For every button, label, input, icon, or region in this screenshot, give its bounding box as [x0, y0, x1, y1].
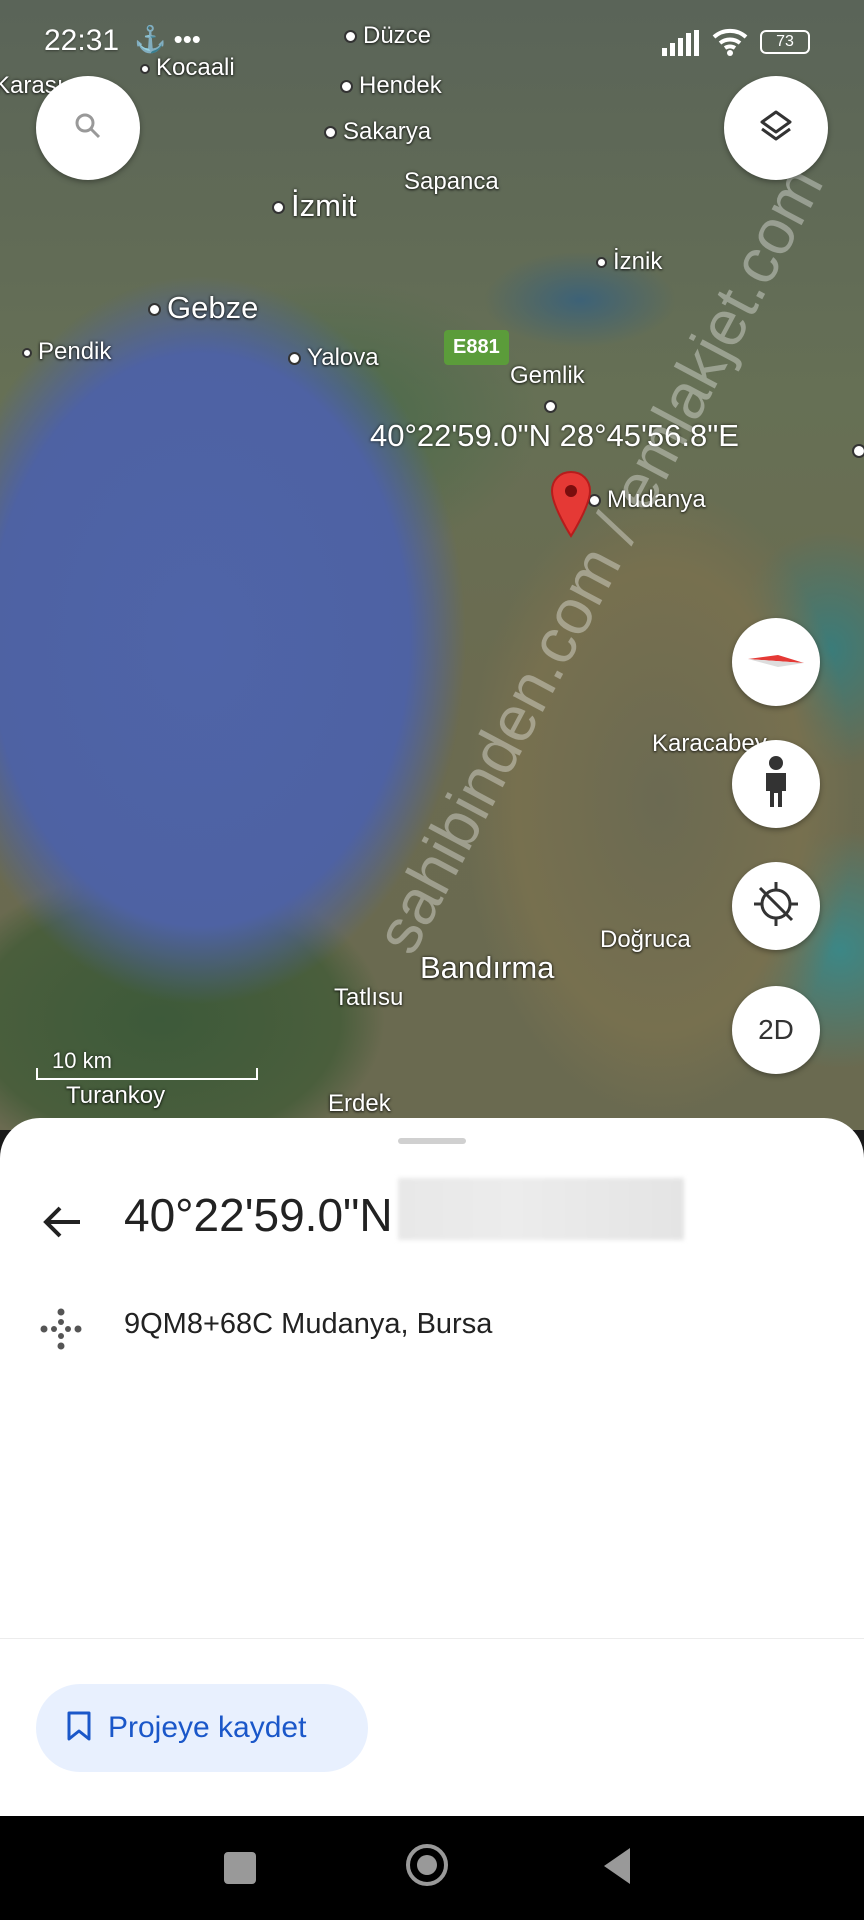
plus-code-icon	[38, 1306, 84, 1357]
battery-icon: 73	[760, 30, 810, 54]
map-label-turankoy: Turankoy	[66, 1082, 166, 1109]
bottom-sheet: 40°22'59.0"N 9QM8+68C Mudanya, Bursa Pro…	[0, 1118, 864, 1816]
sheet-drag-handle[interactable]	[398, 1138, 466, 1144]
map-label-iznik: İznik	[596, 248, 662, 276]
home-inner-dot	[417, 1855, 437, 1875]
search-button[interactable]	[36, 76, 140, 180]
back-arrow-icon	[42, 1205, 82, 1244]
street-view-button[interactable]	[732, 740, 820, 828]
map-label-izmit: İzmit	[272, 188, 356, 224]
save-to-project-button[interactable]: Projeye kaydet	[36, 1684, 368, 1772]
compass-button[interactable]	[732, 618, 820, 706]
save-to-project-label: Projeye kaydet	[108, 1711, 307, 1744]
road-shield: E881	[444, 330, 509, 365]
search-icon	[73, 111, 103, 146]
sheet-divider	[0, 1638, 864, 1639]
map-view[interactable]: Düzce Kocaali Karası Hendek Sakarya Sapa…	[0, 0, 864, 1130]
wifi-icon	[712, 28, 748, 61]
signal-icon	[662, 30, 702, 61]
back-nav-button[interactable]	[600, 1846, 632, 1891]
view-mode-label: 2D	[758, 1014, 794, 1045]
status-bar: 22:31 ⚓ ••• 73	[0, 0, 864, 76]
pegman-icon	[758, 755, 794, 814]
bookmark-icon	[66, 1710, 92, 1747]
place-title: 40°22'59.0"N	[124, 1189, 393, 1241]
map-edge-dot	[852, 444, 864, 458]
map-label-gebze: Gebze	[148, 290, 258, 326]
map-label-sakarya: Sakarya	[324, 118, 431, 146]
map-label-pendik: Pendik	[22, 338, 111, 366]
battery-level: 73	[776, 33, 794, 50]
map-label-tatlisu: Tatlısu	[334, 984, 404, 1011]
status-time: 22:31	[44, 24, 120, 57]
map-label-hendek: Hendek	[340, 72, 442, 100]
view-mode-toggle[interactable]: 2D	[732, 986, 820, 1074]
scale-bar: 10 km	[36, 1048, 258, 1080]
my-location-button[interactable]	[732, 862, 820, 950]
map-label-yalova: Yalova	[288, 344, 379, 372]
layers-icon	[756, 106, 796, 151]
home-button[interactable]	[406, 1844, 448, 1886]
map-label-dogruca: Doğruca	[600, 926, 691, 953]
notification-icons: ⚓ •••	[134, 24, 201, 54]
my-location-icon	[752, 880, 800, 933]
system-nav-bar	[0, 1816, 864, 1920]
layers-button[interactable]	[724, 76, 828, 180]
map-label-bandirma: Bandırma	[420, 950, 555, 985]
recents-button[interactable]	[224, 1852, 256, 1884]
map-label-gemlik: Gemlik	[510, 362, 585, 389]
back-button[interactable]	[36, 1198, 88, 1250]
map-label-erdek: Erdek	[328, 1090, 391, 1117]
map-city-dot	[544, 400, 557, 413]
compass-icon	[744, 645, 808, 680]
plus-code-address[interactable]: 9QM8+68C Mudanya, Bursa	[124, 1308, 492, 1341]
map-label-sapanca: Sapanca	[404, 168, 499, 195]
redacted-region	[398, 1178, 684, 1240]
